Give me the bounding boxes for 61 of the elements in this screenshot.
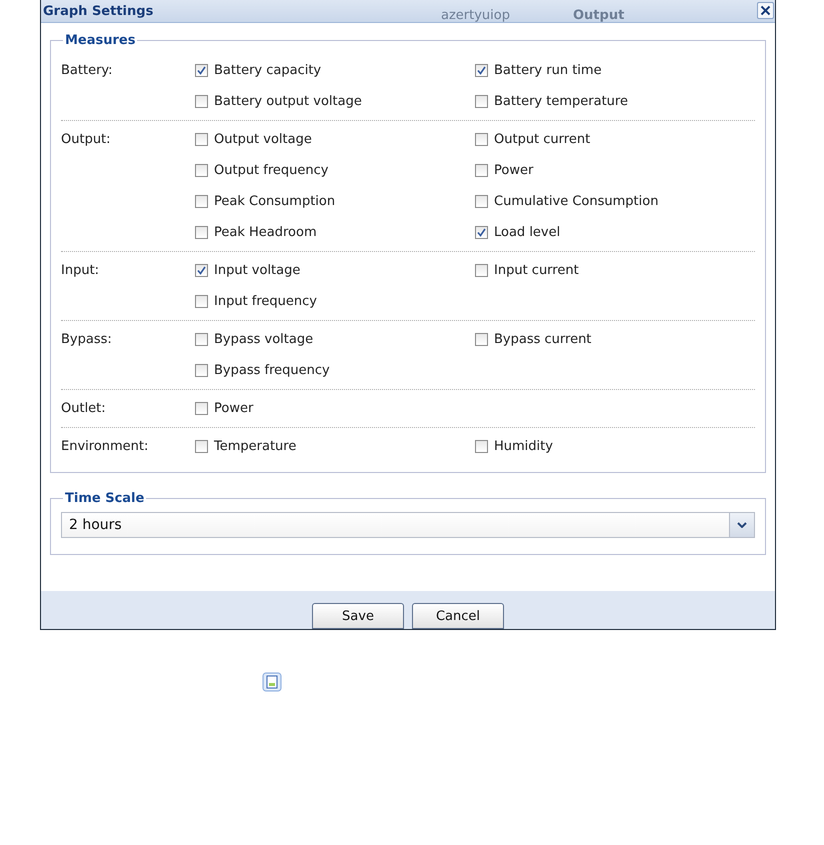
checkbox-option[interactable]: Power <box>475 163 534 178</box>
group-label: Bypass: <box>61 331 113 349</box>
group-label: Input: <box>61 262 100 280</box>
background-text: azertyuiop <box>441 8 510 23</box>
caret-icon <box>737 522 747 528</box>
checkbox-option[interactable]: Input voltage <box>195 263 300 278</box>
checkbox[interactable] <box>475 95 488 108</box>
checkbox-option[interactable]: Cumulative Consumption <box>475 194 658 209</box>
checkbox[interactable] <box>195 226 208 239</box>
cancel-button[interactable]: Cancel <box>412 603 504 629</box>
checkbox-option[interactable]: Input frequency <box>195 294 317 309</box>
checkbox[interactable] <box>195 364 208 377</box>
checkbox[interactable] <box>195 164 208 177</box>
group-label: Battery: <box>61 62 114 80</box>
checkbox-option[interactable]: Output voltage <box>195 132 312 147</box>
group-label: Output: <box>61 131 112 149</box>
checkbox-option[interactable]: Input current <box>475 263 579 278</box>
checkbox[interactable] <box>475 133 488 146</box>
checkbox[interactable] <box>195 64 208 77</box>
checkbox[interactable] <box>195 440 208 453</box>
section-legend: Time Scale <box>63 491 146 506</box>
checkbox-option[interactable]: Battery run time <box>475 63 602 78</box>
time-scale-dropdown[interactable]: 2 hours <box>61 512 755 538</box>
checkbox[interactable] <box>475 440 488 453</box>
checkbox[interactable] <box>475 195 488 208</box>
checkbox-option[interactable]: Temperature <box>195 439 296 454</box>
checkbox[interactable] <box>475 164 488 177</box>
checkbox-option[interactable]: Battery output voltage <box>195 94 362 109</box>
save-button[interactable]: Save <box>312 603 404 629</box>
checkbox[interactable] <box>195 264 208 277</box>
checkbox[interactable] <box>475 64 488 77</box>
group-label: Outlet: <box>61 400 107 418</box>
dropdown-value: 2 hours <box>68 517 122 533</box>
close-button[interactable] <box>757 2 774 19</box>
checkbox[interactable] <box>475 333 488 346</box>
checkbox[interactable] <box>475 226 488 239</box>
checkbox[interactable] <box>195 95 208 108</box>
checkbox[interactable] <box>475 264 488 277</box>
checkbox-option[interactable]: Peak Consumption <box>195 194 336 209</box>
checkbox[interactable] <box>195 195 208 208</box>
background-text: Output <box>573 8 624 23</box>
group-label: Environment: <box>61 438 150 456</box>
checkbox-option[interactable]: Load level <box>475 225 560 240</box>
checkbox[interactable] <box>195 402 208 415</box>
dropdown-arrow-button[interactable] <box>729 513 754 537</box>
checkbox-option[interactable]: Bypass frequency <box>195 363 330 378</box>
checkbox[interactable] <box>195 333 208 346</box>
checkbox-option[interactable]: Humidity <box>475 439 553 454</box>
checkbox-option[interactable]: Output current <box>475 132 590 147</box>
section-legend: Measures <box>63 33 138 48</box>
checkbox[interactable] <box>195 295 208 308</box>
checkbox-option[interactable]: Output frequency <box>195 163 328 178</box>
checkbox[interactable] <box>195 133 208 146</box>
checkbox-option[interactable]: Bypass current <box>475 332 592 347</box>
close-icon <box>760 5 771 16</box>
checkbox-option[interactable]: Battery capacity <box>195 63 322 78</box>
checkbox-option[interactable]: Power <box>195 401 254 416</box>
checkbox-option[interactable]: Battery temperature <box>475 94 628 109</box>
checkbox-option[interactable]: Peak Headroom <box>195 225 317 240</box>
window-title: Graph Settings <box>42 4 154 18</box>
checkbox-option[interactable]: Bypass voltage <box>195 332 314 347</box>
